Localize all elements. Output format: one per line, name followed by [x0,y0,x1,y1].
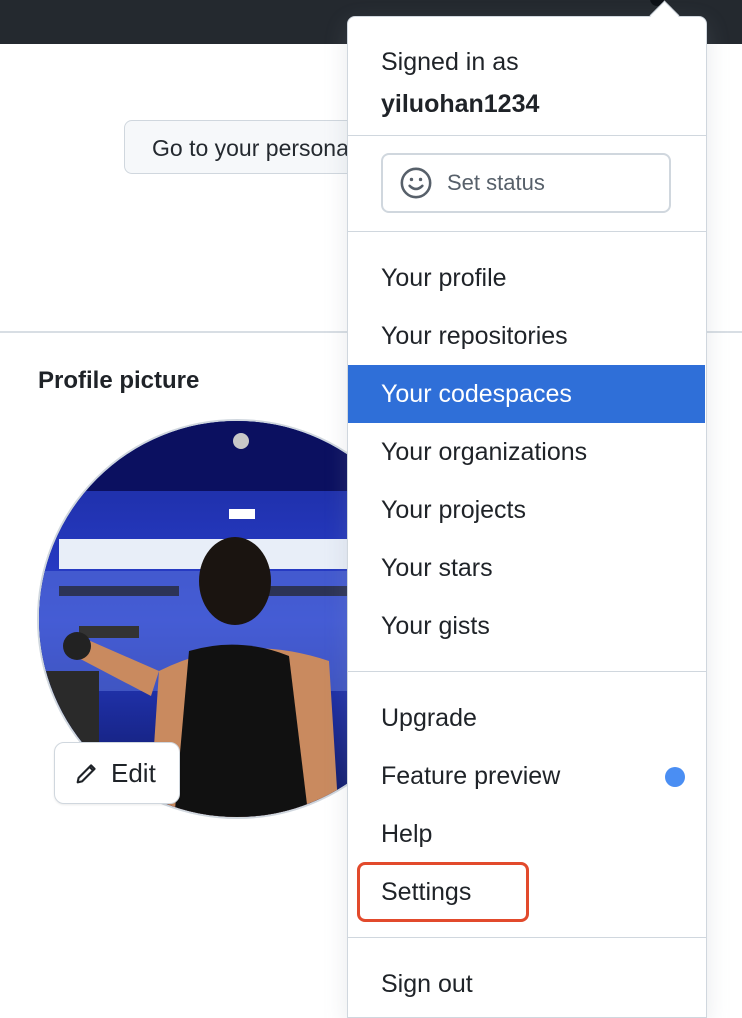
menu-divider [348,671,706,672]
feature-preview-label: Feature preview [381,762,561,790]
menu-item-feature-preview[interactable]: Feature preview [348,747,705,805]
menu-item-your-codespaces[interactable]: Your codespaces [348,365,705,423]
set-status-button[interactable]: Set status [381,153,671,213]
edit-label: Edit [111,757,156,788]
menu-item-sign-out[interactable]: Sign out [348,955,705,1013]
menu-item-upgrade[interactable]: Upgrade [348,689,705,747]
menu-item-your-profile[interactable]: Your profile [348,249,705,307]
signed-in-header: Signed in as yiluohan1234 [381,41,539,125]
signed-in-label: Signed in as [381,48,519,76]
signed-in-username: yiluohan1234 [381,90,540,118]
profile-picture-heading: Profile picture [38,367,200,394]
menu-item-help[interactable]: Help [348,805,705,863]
menu-item-your-gists[interactable]: Your gists [348,597,705,655]
menu-divider [348,231,706,232]
pencil-icon [76,764,96,784]
menu-item-your-organizations[interactable]: Your organizations [348,423,705,481]
menu-divider [348,135,706,136]
smiley-icon [400,167,432,199]
new-feature-dot-icon [665,767,685,787]
menu-item-your-stars[interactable]: Your stars [348,539,705,597]
menu-item-your-projects[interactable]: Your projects [348,481,705,539]
set-status-label: Set status [447,170,545,195]
edit-profile-picture-button[interactable]: Edit [54,742,180,804]
menu-item-your-repositories[interactable]: Your repositories [348,307,705,365]
menu-divider [348,937,706,938]
settings-highlight-annotation [357,862,529,922]
